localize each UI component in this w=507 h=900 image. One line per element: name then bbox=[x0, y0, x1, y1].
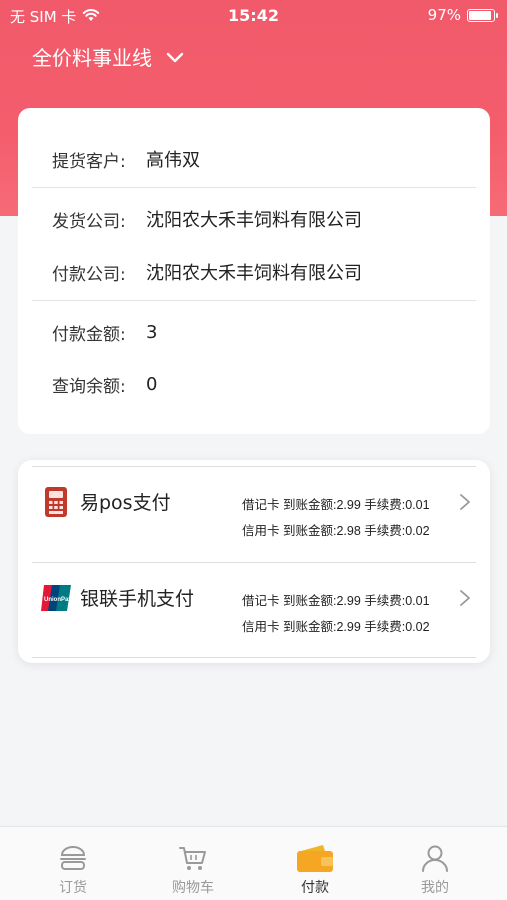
payment-methods-card: 易pos支付 借记卡 到账金额:2.99 手续费:0.01 信用卡 到账金额:2… bbox=[18, 460, 490, 663]
tab-label: 订货 bbox=[59, 880, 87, 896]
customer-label: 提货客户: bbox=[52, 151, 126, 172]
payment-method-name: 银联手机支付 bbox=[80, 588, 195, 610]
debit-fee-line: 借记卡 到账金额:2.99 手续费:0.01 bbox=[242, 498, 430, 512]
battery-percent: 97% bbox=[427, 6, 461, 24]
debit-fee-line: 借记卡 到账金额:2.99 手续费:0.01 bbox=[242, 594, 430, 608]
shipper-row: 发货公司: 沈阳农大禾丰饲料有限公司 bbox=[52, 206, 362, 232]
payer-row: 付款公司: 沈阳农大禾丰饲料有限公司 bbox=[52, 259, 362, 285]
amount-value: 3 bbox=[146, 322, 158, 343]
business-line-selector[interactable]: 全价料事业线 bbox=[32, 42, 184, 71]
customer-row: 提货客户: 高伟双 bbox=[52, 146, 200, 172]
tab-order[interactable]: 订货 bbox=[10, 827, 136, 900]
payment-method-pos[interactable]: 易pos支付 借记卡 到账金额:2.99 手续费:0.01 信用卡 到账金额:2… bbox=[18, 466, 490, 562]
payer-value: 沈阳农大禾丰饲料有限公司 bbox=[146, 263, 362, 284]
order-info-card: 提货客户: 高伟双 发货公司: 沈阳农大禾丰饲料有限公司 付款公司: 沈阳农大禾… bbox=[18, 108, 490, 434]
user-icon bbox=[422, 845, 448, 872]
payer-label: 付款公司: bbox=[52, 264, 126, 285]
unionpay-icon: UnionPay bbox=[40, 582, 72, 614]
amount-label: 付款金额: bbox=[52, 325, 126, 345]
shipper-label: 发货公司: bbox=[52, 211, 126, 232]
shipper-value: 沈阳农大禾丰饲料有限公司 bbox=[146, 210, 362, 231]
divider bbox=[32, 187, 476, 188]
tab-mine[interactable]: 我的 bbox=[372, 827, 498, 900]
business-line-label: 全价料事业线 bbox=[32, 46, 152, 70]
divider bbox=[32, 300, 476, 301]
wallet-icon bbox=[297, 845, 333, 872]
chevron-right-icon bbox=[458, 493, 472, 511]
balance-value: 0 bbox=[146, 374, 158, 395]
tab-label: 我的 bbox=[421, 880, 449, 896]
tab-cart[interactable]: 购物车 bbox=[130, 827, 256, 900]
tab-label: 购物车 bbox=[172, 880, 214, 896]
divider bbox=[32, 657, 476, 658]
order-icon bbox=[60, 846, 86, 870]
payment-method-name: 易pos支付 bbox=[80, 492, 171, 514]
status-right: 97% bbox=[427, 6, 498, 24]
svg-text:UnionPay: UnionPay bbox=[44, 597, 72, 603]
chevron-right-icon bbox=[458, 589, 472, 607]
customer-value: 高伟双 bbox=[146, 150, 200, 171]
amount-row: 付款金额: 3 bbox=[52, 320, 157, 345]
chevron-down-icon bbox=[166, 45, 184, 69]
bottom-tab-bar: 订货 购物车 付款 我的 bbox=[0, 826, 507, 900]
credit-fee-line: 信用卡 到账金额:2.98 手续费:0.02 bbox=[242, 524, 430, 538]
tab-label: 付款 bbox=[301, 880, 329, 896]
balance-row: 查询余额: 0 bbox=[52, 372, 157, 397]
payment-method-unionpay[interactable]: UnionPay 银联手机支付 借记卡 到账金额:2.99 手续费:0.01 信… bbox=[18, 562, 490, 658]
credit-fee-line: 信用卡 到账金额:2.99 手续费:0.02 bbox=[242, 620, 430, 634]
status-bar: 无 SIM 卡 15:42 97% bbox=[0, 0, 507, 30]
pos-terminal-icon bbox=[40, 486, 72, 518]
tab-payment[interactable]: 付款 bbox=[252, 827, 378, 900]
balance-label: 查询余额: bbox=[52, 377, 126, 397]
battery-icon bbox=[467, 8, 498, 22]
cart-icon bbox=[179, 847, 206, 870]
